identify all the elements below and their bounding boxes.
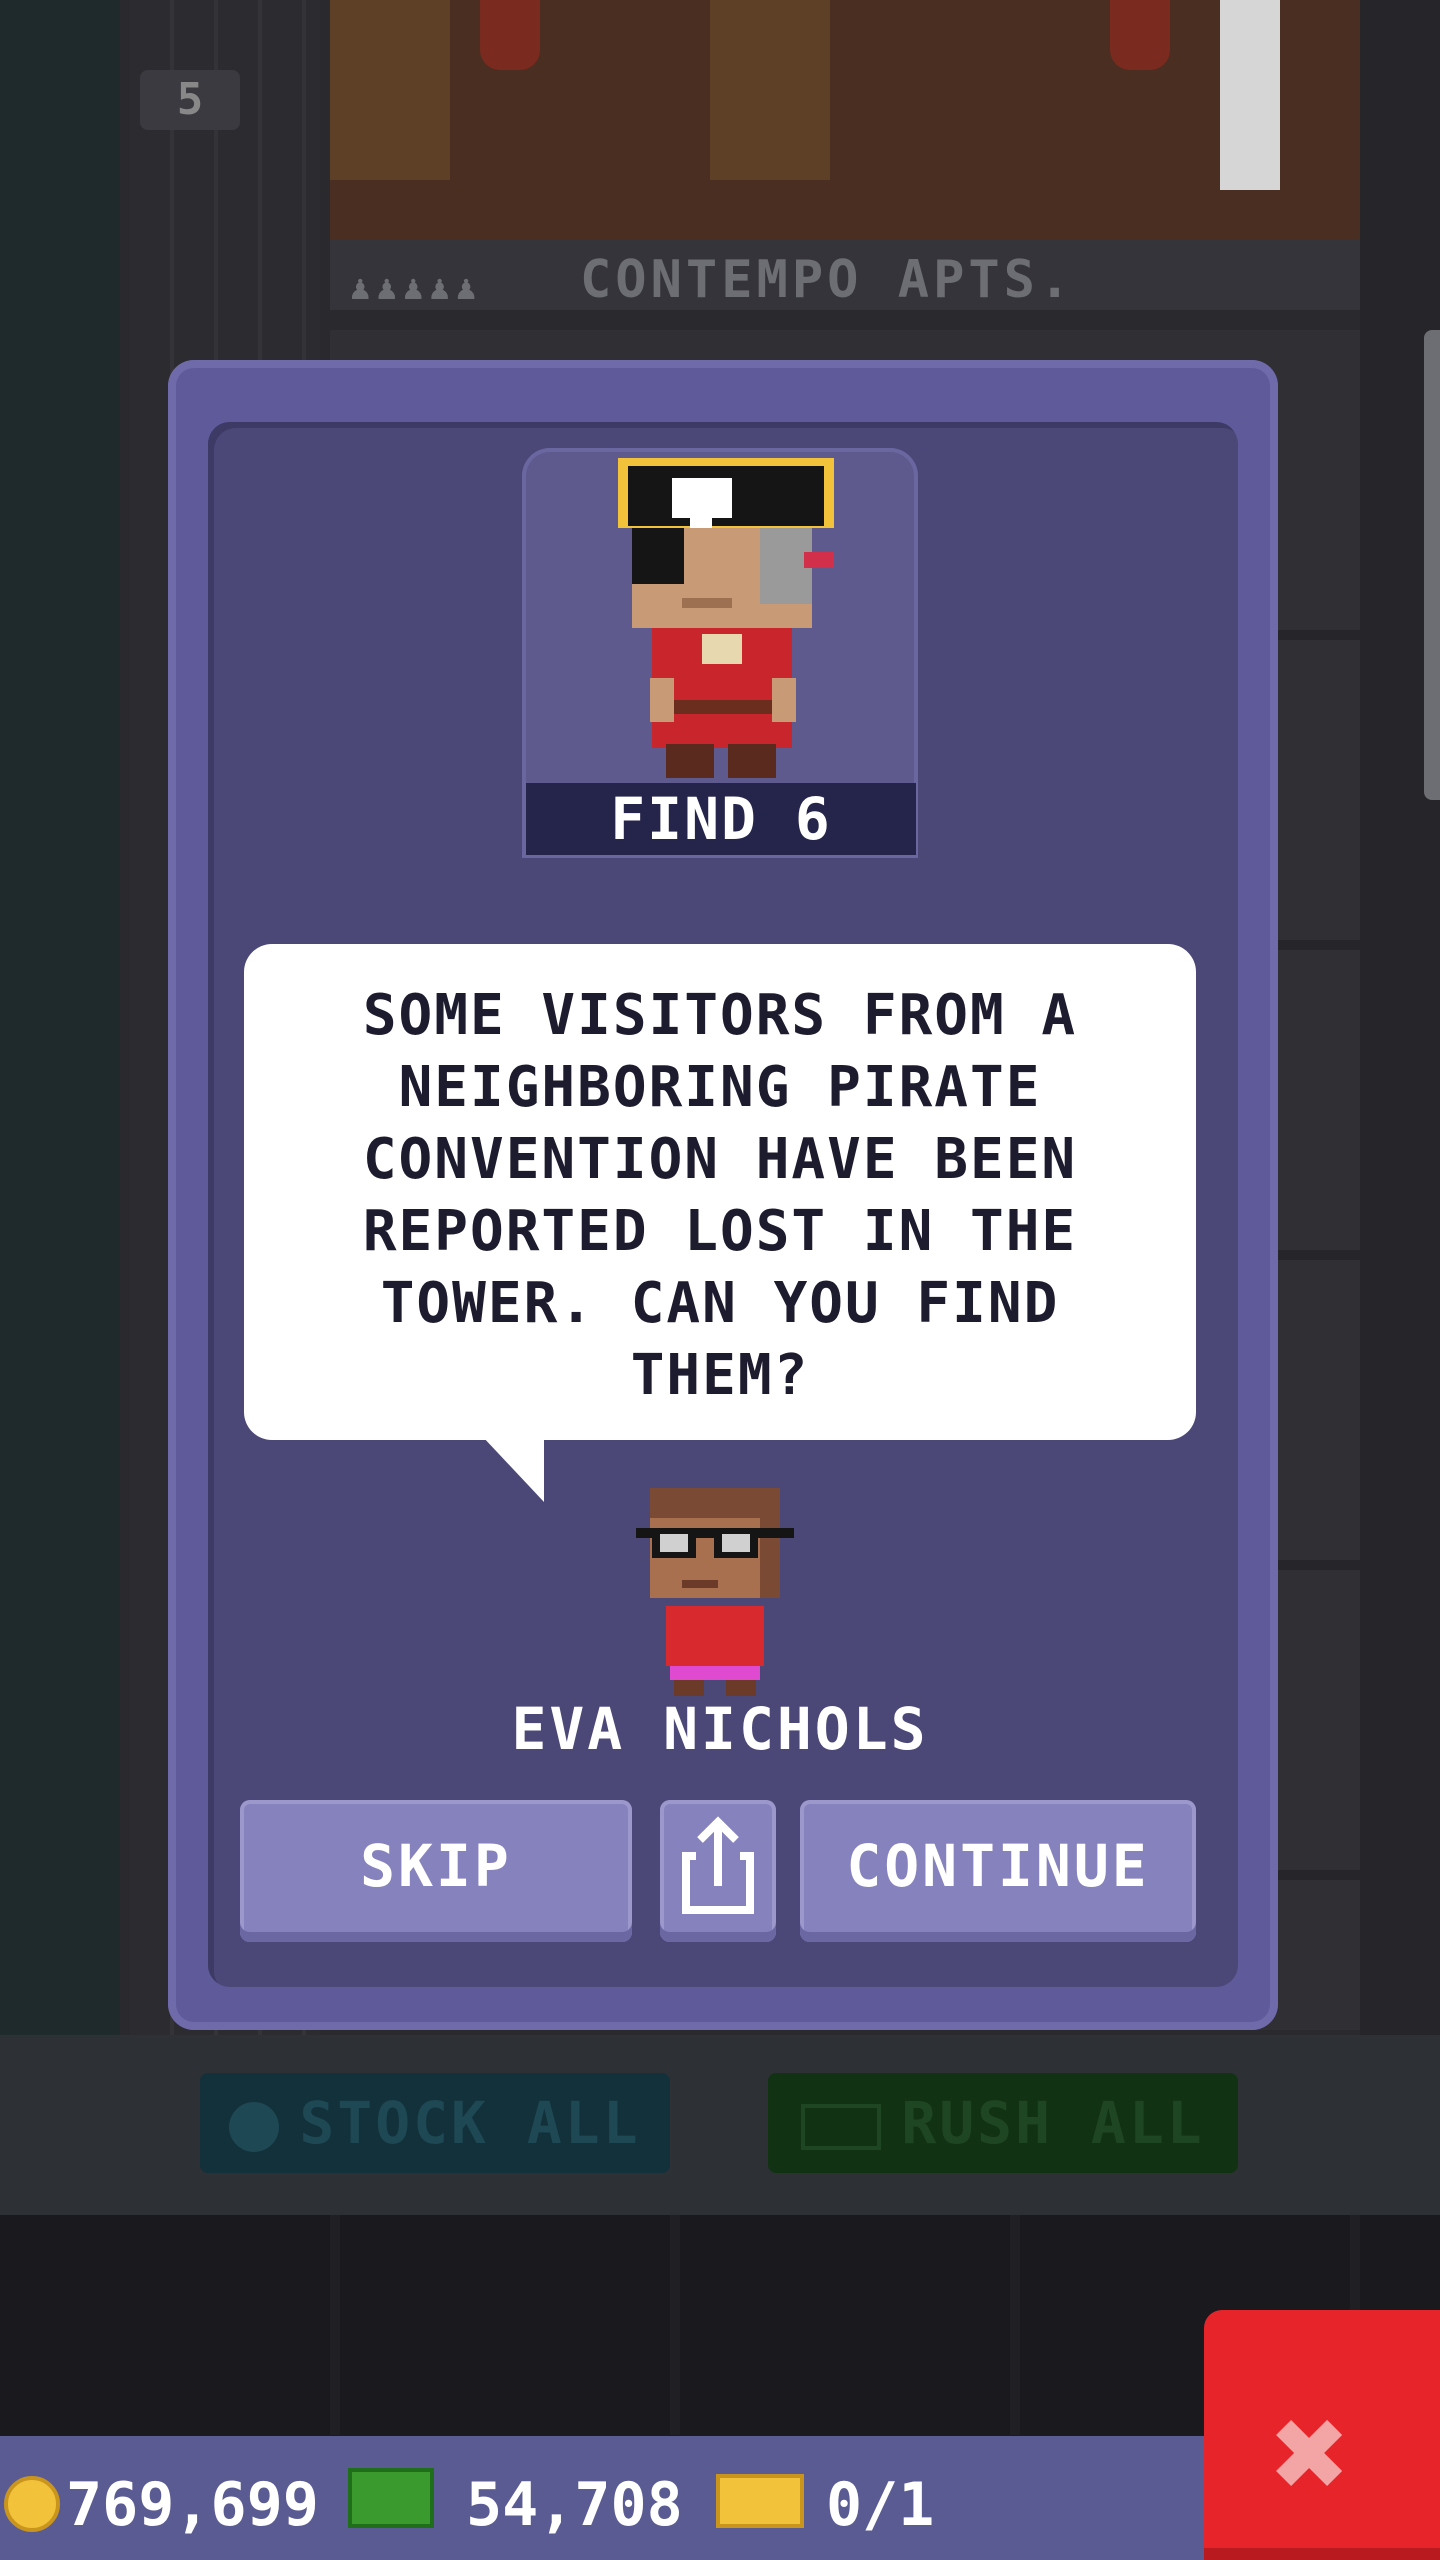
close-icon: ✖ <box>1272 2377 1351 2529</box>
tickets-value: 0/1 <box>826 2470 935 2540</box>
elevator-floor-number: 5 <box>140 70 240 130</box>
npc-name: EVA NICHOLS <box>511 1695 929 1763</box>
room-window <box>330 0 450 180</box>
room-window <box>710 0 830 180</box>
bux-icon <box>348 2468 434 2528</box>
floor-room <box>330 0 1360 240</box>
clock-icon <box>229 2101 280 2152</box>
speech-bubble-tail <box>482 1436 544 1502</box>
stock-all-button[interactable]: STOCK ALL <box>200 2073 670 2173</box>
lantern-decor <box>1110 0 1170 70</box>
share-icon <box>682 1816 754 1914</box>
mission-count-label: FIND 6 <box>610 785 832 853</box>
left-shaft <box>0 0 120 2040</box>
npc-avatar <box>636 1488 794 1696</box>
vertical-sign <box>1220 0 1280 190</box>
rush-all-label: RUSH ALL <box>901 2089 1205 2157</box>
right-strip <box>1360 0 1440 2040</box>
continue-button[interactable]: CONTINUE <box>800 1800 1196 1942</box>
coins-value: 769,699 <box>66 2470 319 2540</box>
mission-message: SOME VISITORS FROM A NEIGHBORING PIRATE … <box>362 983 1078 1408</box>
bux-value: 54,708 <box>466 2470 683 2540</box>
floor-residents: ♟♟♟♟♟ <box>350 268 483 308</box>
scrollbar[interactable] <box>1424 330 1440 800</box>
bux-icon <box>801 2103 882 2150</box>
ticket-icon <box>716 2474 804 2528</box>
share-button[interactable] <box>660 1800 776 1942</box>
stock-all-label: STOCK ALL <box>299 2089 641 2157</box>
coin-icon <box>4 2476 60 2532</box>
floor-name: CONTEMPO APTS. <box>580 250 1075 310</box>
lantern-decor <box>480 0 540 70</box>
pirate-icon <box>618 458 834 778</box>
skip-button[interactable]: SKIP <box>240 1800 632 1942</box>
rush-all-button[interactable]: RUSH ALL <box>768 2073 1238 2173</box>
